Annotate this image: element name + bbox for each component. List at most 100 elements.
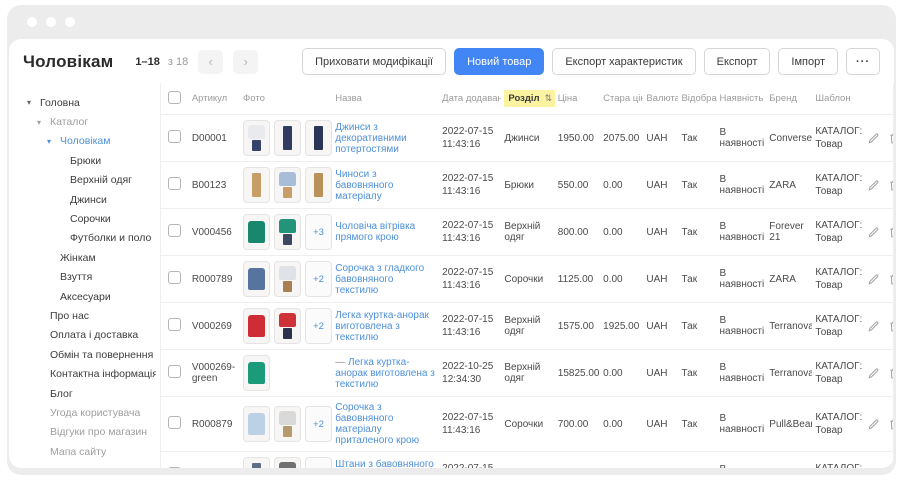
sidebar-item-16[interactable]: ▾Угода користувача: [19, 403, 156, 422]
sidebar-item-14[interactable]: ▾Контактна інформація: [19, 364, 156, 383]
sidebar-item-13[interactable]: ▾Обмін та повернення: [19, 345, 156, 364]
sidebar-item-7[interactable]: ▾Футболки и поло: [19, 229, 156, 248]
delete-icon[interactable]: [888, 179, 893, 192]
sidebar-item-3[interactable]: ▾Брюки: [19, 151, 156, 170]
row-checkbox[interactable]: [168, 365, 181, 378]
products-table: АртикулФотоНазваДата додаванняРозділ⇅Цін…: [161, 83, 893, 468]
product-photo[interactable]: [305, 120, 332, 156]
sidebar-item-12[interactable]: ▾Оплата і доставка: [19, 326, 156, 345]
edit-icon[interactable]: [867, 273, 880, 286]
product-name-link[interactable]: Штани з бавовняного матеріалу прямого кр…: [335, 459, 434, 469]
chevron-down-icon[interactable]: ▾: [47, 137, 60, 146]
product-photo[interactable]: [274, 261, 301, 297]
row-checkbox[interactable]: [168, 177, 181, 190]
product-photo[interactable]: [243, 457, 270, 468]
product-photo[interactable]: [243, 308, 270, 344]
sidebar-item-4[interactable]: ▾Верхній одяг: [19, 171, 156, 190]
window-minimize-dot[interactable]: [46, 17, 56, 27]
sidebar-item-2[interactable]: ▾Чоловікам: [19, 132, 156, 151]
edit-icon[interactable]: [867, 418, 880, 431]
column-header: Фото: [240, 83, 332, 115]
product-photo[interactable]: [243, 406, 270, 442]
sidebar-item-1[interactable]: ▾Каталог: [19, 112, 156, 131]
product-photo[interactable]: [243, 167, 270, 203]
sidebar-item-15[interactable]: ▾Блог: [19, 384, 156, 403]
edit-icon[interactable]: [867, 132, 880, 145]
product-name-link[interactable]: Чоловіча вітрівка прямого крою: [335, 221, 415, 243]
row-actions: [867, 367, 890, 380]
price-cell: 700.00: [555, 397, 600, 452]
product-photo[interactable]: [243, 261, 270, 297]
product-photo[interactable]: [243, 214, 270, 250]
more-photos-badge[interactable]: +2: [305, 308, 332, 344]
more-photos-badge[interactable]: +2: [305, 457, 332, 468]
sidebar-item-10[interactable]: ▾Аксесуари: [19, 287, 156, 306]
availability-cell: В наявності: [717, 209, 767, 256]
product-name-link[interactable]: Чиноси з бавовняного матеріалу: [335, 169, 393, 202]
delete-icon[interactable]: [888, 320, 893, 333]
sidebar-item-label: Головна: [40, 97, 80, 109]
availability-cell: В наявності: [717, 256, 767, 303]
chevron-down-icon[interactable]: ▾: [27, 98, 40, 107]
product-name-link[interactable]: Легка куртка-анорак виготовлена з тексти…: [335, 310, 429, 343]
delete-icon[interactable]: [888, 132, 893, 145]
photo-cell: [243, 167, 329, 203]
row-checkbox[interactable]: [168, 467, 181, 468]
sidebar-item-18[interactable]: ▾Мапа сайту: [19, 442, 156, 461]
row-checkbox[interactable]: [168, 318, 181, 331]
sort-icon[interactable]: ⇅: [545, 93, 553, 104]
row-checkbox[interactable]: [168, 224, 181, 237]
row-checkbox[interactable]: [168, 130, 181, 143]
select-all-checkbox[interactable]: [168, 91, 181, 104]
new-product-button[interactable]: Новий товар: [454, 48, 544, 75]
product-name-link[interactable]: Сорочка з бавовняного матеріалу притален…: [335, 402, 419, 446]
product-photo[interactable]: [274, 308, 301, 344]
delete-icon[interactable]: [888, 367, 893, 380]
product-photo[interactable]: [243, 120, 270, 156]
more-actions-button[interactable]: ···: [846, 48, 880, 75]
sidebar-item-9[interactable]: ▾Взуття: [19, 268, 156, 287]
import-button[interactable]: Імпорт: [778, 48, 838, 75]
edit-icon[interactable]: [867, 226, 880, 239]
product-photo[interactable]: [305, 167, 332, 203]
delete-icon[interactable]: [888, 273, 893, 286]
row-checkbox[interactable]: [168, 271, 181, 284]
prev-page-button[interactable]: ‹: [198, 50, 223, 74]
row-checkbox[interactable]: [168, 416, 181, 429]
sidebar-tree: ▾Головна▾Каталог▾Чоловікам▾Брюки▾Верхній…: [9, 83, 161, 468]
product-photo[interactable]: [274, 214, 301, 250]
product-name-link[interactable]: Джинси з декоративними потертостями: [335, 122, 406, 155]
edit-icon[interactable]: [867, 179, 880, 192]
more-photos-badge[interactable]: +2: [305, 406, 332, 442]
sidebar-item-0[interactable]: ▾Головна: [19, 93, 156, 112]
product-name-link[interactable]: Легка куртка-анорак виготовлена з тексти…: [335, 357, 435, 390]
window-maximize-dot[interactable]: [65, 17, 75, 27]
product-photo[interactable]: [243, 355, 270, 391]
delete-icon[interactable]: [888, 418, 893, 431]
display-cell: Так: [678, 256, 716, 303]
export-characteristics-button[interactable]: Експорт характеристик: [552, 48, 695, 75]
chevron-down-icon[interactable]: ▾: [37, 118, 50, 127]
sidebar-item-11[interactable]: ▾Про нас: [19, 306, 156, 325]
currency-cell: UAH: [643, 452, 678, 469]
hide-modifications-button[interactable]: Приховати модифікації: [302, 48, 446, 75]
product-photo[interactable]: [274, 167, 301, 203]
product-photo[interactable]: [274, 120, 301, 156]
product-photo[interactable]: [274, 457, 301, 468]
window-close-dot[interactable]: [27, 17, 37, 27]
next-page-button[interactable]: ›: [233, 50, 258, 74]
sidebar-item-6[interactable]: ▾Сорочки: [19, 209, 156, 228]
product-photo[interactable]: [274, 406, 301, 442]
more-photos-badge[interactable]: +3: [305, 214, 332, 250]
delete-icon[interactable]: [888, 226, 893, 239]
export-button[interactable]: Експорт: [704, 48, 771, 75]
sidebar-item-8[interactable]: ▾Жінкам: [19, 248, 156, 267]
sidebar-item-5[interactable]: ▾Джинси: [19, 190, 156, 209]
column-header[interactable]: Розділ⇅: [501, 83, 554, 115]
sidebar-item-17[interactable]: ▾Відгуки про магазин: [19, 423, 156, 442]
old-price-cell: 1925.00: [600, 303, 643, 350]
more-photos-badge[interactable]: +2: [305, 261, 332, 297]
edit-icon[interactable]: [867, 367, 880, 380]
product-name-link[interactable]: Сорочка з гладкого бавовняного текстилю: [335, 263, 424, 296]
edit-icon[interactable]: [867, 320, 880, 333]
